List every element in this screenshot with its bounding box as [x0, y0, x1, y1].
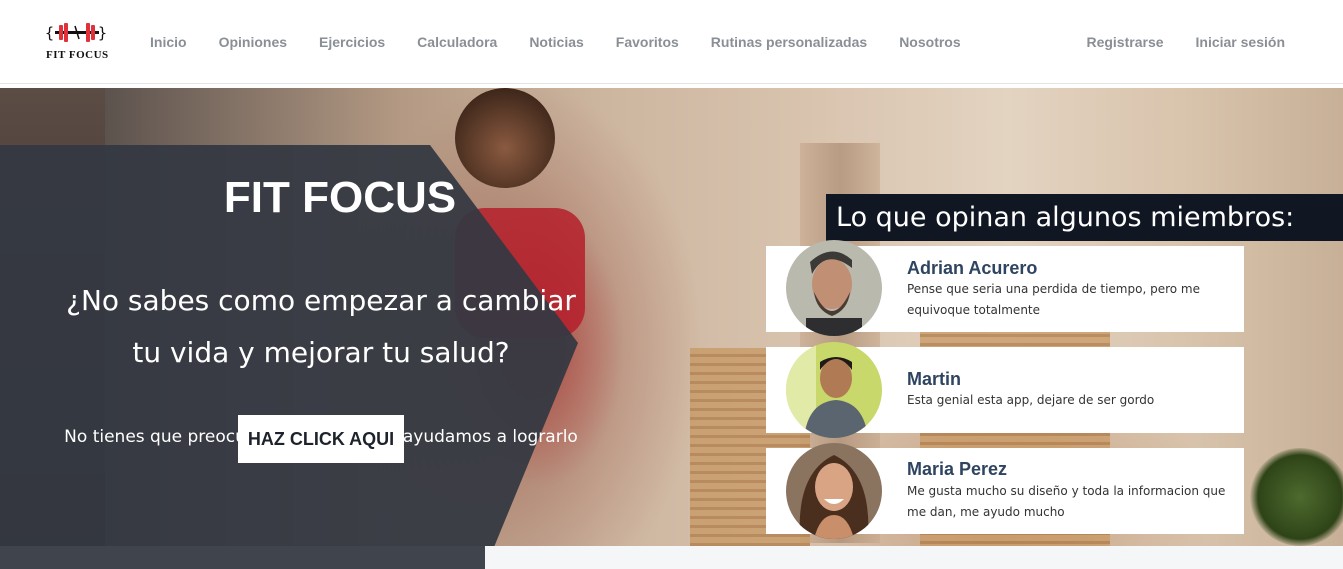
testimonial-name: Martin [907, 369, 961, 389]
register-link[interactable]: Registrarse [1070, 34, 1179, 50]
testimonial-text: Esta genial esta app, dejare de ser gord… [907, 393, 1155, 407]
svg-text:{: { [45, 24, 54, 42]
auth-links: Registrarse Iniciar sesión [1070, 0, 1301, 84]
hero-panel-bottom [0, 546, 485, 569]
testimonial-name: Adrian Acurero [907, 258, 1038, 278]
nav-link-opiniones[interactable]: Opiniones [203, 34, 303, 50]
svg-text:}: } [98, 24, 107, 42]
testimonial-name: Maria Perez [907, 459, 1008, 479]
main-nav: Inicio Opiniones Ejercicios Calculadora … [134, 0, 977, 84]
dumbbell-icon: { } [45, 23, 107, 42]
hero-question-line-1: ¿No sabes como empezar a cambiar [66, 284, 576, 317]
brand-name: FIT FOCUS [46, 49, 109, 61]
testimonial-text: Me gusta mucho su diseño y toda la infor… [907, 484, 1226, 519]
testimonial-card: Adrian Acurero Pense que seria una perdi… [766, 240, 1244, 336]
hero-title: FIT FOCUS [223, 173, 457, 222]
hero-section: FIT FOCUS ¿No sabes como empezar a cambi… [0, 88, 1343, 546]
nav-link-nosotros[interactable]: Nosotros [883, 34, 976, 50]
cta-button[interactable]: HAZ CLICK AQUI [238, 415, 404, 463]
brand-logo[interactable]: { } FIT FOCUS [45, 20, 109, 64]
testimonial-card: Maria Perez Me gusta mucho su diseño y t… [766, 443, 1244, 539]
avatar [786, 240, 882, 336]
nav-link-rutinas[interactable]: Rutinas personalizadas [695, 34, 883, 50]
login-link[interactable]: Iniciar sesión [1180, 34, 1301, 50]
top-navbar: { } FIT FOCUS Inicio Opiniones Ejercicio… [0, 0, 1343, 84]
nav-link-calculadora[interactable]: Calculadora [401, 34, 513, 50]
nav-link-ejercicios[interactable]: Ejercicios [303, 34, 401, 50]
hero-question: ¿No sabes como empezar a cambiar tu vida… [0, 275, 642, 379]
testimonial-card: Martin Esta genial esta app, dejare de s… [766, 342, 1244, 438]
section-divider [485, 546, 1343, 569]
nav-link-favoritos[interactable]: Favoritos [600, 34, 695, 50]
hero-question-line-2: tu vida y mejorar tu salud? [132, 336, 510, 369]
testimonials-heading: Lo que opinan algunos miembros: [826, 194, 1343, 241]
nav-link-noticias[interactable]: Noticias [513, 34, 599, 50]
nav-link-inicio[interactable]: Inicio [134, 34, 203, 50]
avatar [786, 342, 882, 438]
avatar [786, 443, 882, 539]
testimonial-text: Pense que seria una perdida de tiempo, p… [907, 282, 1200, 317]
hero-plant-image [1250, 448, 1343, 546]
